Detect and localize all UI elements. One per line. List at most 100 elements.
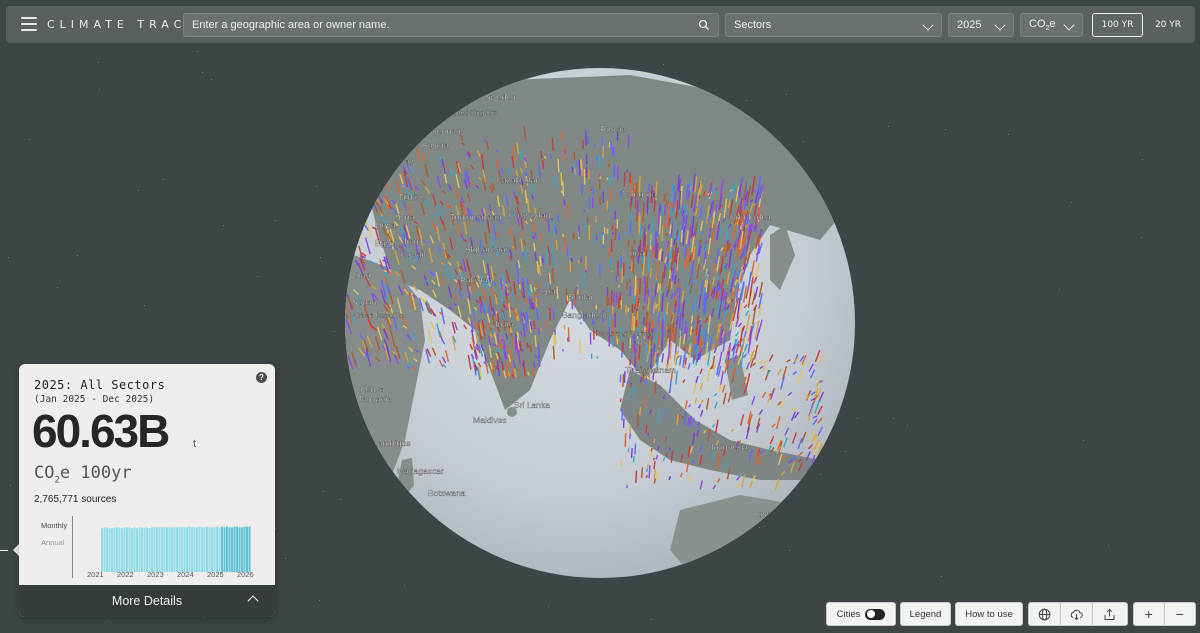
- globe-view-button[interactable]: [1029, 603, 1061, 625]
- toggle-switch[interactable]: [865, 608, 886, 620]
- emission-spike: [634, 275, 637, 296]
- year-select-value: 2025: [957, 19, 982, 31]
- emission-spike: [381, 154, 388, 173]
- emission-spike: [629, 433, 632, 439]
- gwp-100yr-button[interactable]: 100 YR: [1092, 13, 1143, 37]
- chart-bar: [116, 527, 118, 572]
- chevron-down-icon: [1063, 19, 1075, 31]
- summary-card: ? 2025: All Sectors (Jan 2025 - Dec 2025…: [19, 364, 275, 617]
- emission-spike: [633, 240, 636, 245]
- emission-spike: [626, 169, 629, 173]
- globe-map[interactable]: Sweden United Kingdom Russia Germany Austria…: [300, 40, 900, 633]
- emission-spike: [561, 348, 564, 352]
- emission-spike: [349, 185, 356, 193]
- total-emissions: 60.63B: [32, 405, 170, 457]
- chart-bar: [216, 526, 218, 572]
- gas-select[interactable]: CO2e: [1020, 13, 1083, 37]
- emission-spike: [363, 152, 370, 167]
- chart-bar: [206, 526, 208, 572]
- chart-bar: [171, 527, 173, 572]
- emission-spike: [380, 166, 386, 172]
- gwp-20yr-button[interactable]: 20 YR: [1145, 13, 1191, 37]
- chart-bar: [163, 527, 166, 572]
- search-icon[interactable]: [698, 19, 710, 31]
- emission-spike: [633, 399, 636, 403]
- emission-spike: [647, 432, 650, 436]
- map-label: Italy: [400, 156, 416, 166]
- sectors-select[interactable]: Sectors: [725, 13, 942, 37]
- share-button[interactable]: [1093, 603, 1125, 625]
- emission-spike: [647, 223, 651, 230]
- emission-spike: [627, 134, 630, 148]
- map-label: Botswana: [428, 488, 466, 498]
- gas-select-value: CO2e: [1029, 17, 1056, 33]
- emission-spike: [345, 186, 350, 202]
- year-select[interactable]: 2025: [948, 13, 1014, 37]
- emission-spike: [571, 166, 574, 173]
- emission-spike: [347, 194, 354, 204]
- map-label: Kuwait: [400, 249, 426, 259]
- emission-spike: [626, 282, 628, 291]
- chart-bar: [158, 527, 161, 572]
- chart-bar: [181, 527, 183, 572]
- legend-button[interactable]: Legend: [900, 602, 951, 626]
- monthly-toggle[interactable]: Monthly: [41, 521, 67, 530]
- emission-spike: [560, 172, 563, 186]
- menu-icon[interactable]: [21, 17, 37, 31]
- zoom-in-button[interactable]: +: [1134, 603, 1165, 625]
- chart-year-label: 2024: [177, 570, 194, 579]
- cloud-download-icon: [1070, 609, 1083, 620]
- search-box[interactable]: [183, 13, 719, 37]
- map-label: Indonesia: [711, 442, 748, 452]
- emission-spike: [650, 447, 653, 452]
- how-to-use-button[interactable]: How to use: [955, 602, 1023, 626]
- emission-spike: [561, 233, 564, 237]
- map-label: Afghanistan: [465, 244, 510, 254]
- emission-spike: [548, 251, 552, 266]
- chart-bar: [141, 527, 143, 572]
- emission-spike: [627, 448, 630, 452]
- emission-spike: [627, 240, 630, 247]
- emission-spike: [563, 324, 566, 330]
- emission-spike: [639, 376, 642, 383]
- card-leader-line: [0, 550, 8, 551]
- more-details-button[interactable]: More Details: [19, 585, 275, 617]
- emission-spike: [345, 232, 353, 250]
- download-button[interactable]: [1061, 603, 1093, 625]
- emission-spike: [647, 251, 651, 272]
- emission-spike: [553, 201, 556, 206]
- emission-spike: [643, 375, 647, 380]
- chart-bar: [118, 527, 121, 572]
- search-input[interactable]: [192, 19, 692, 31]
- emission-spike: [629, 286, 632, 297]
- emission-spike: [628, 279, 631, 283]
- emission-spike: [339, 223, 344, 230]
- help-icon[interactable]: ?: [256, 372, 267, 383]
- total-unit: t: [193, 438, 197, 450]
- cities-toggle[interactable]: Cities: [826, 602, 896, 626]
- chart-bar: [228, 527, 231, 572]
- emission-spike: [652, 457, 656, 461]
- zoom-out-button[interactable]: −: [1165, 603, 1195, 625]
- globe-canvas[interactable]: Sweden United Kingdom Russia Germany Austria…: [300, 40, 900, 633]
- chart-bar: [121, 528, 123, 572]
- emission-spike: [643, 276, 646, 284]
- emission-spike: [368, 191, 375, 210]
- chart-bar: [131, 528, 133, 572]
- annual-toggle[interactable]: Annual: [41, 538, 64, 547]
- chart-year-labels: 2021 2022 2023 2024 2025 2026: [79, 570, 269, 582]
- emission-spike: [635, 357, 639, 363]
- chevron-up-icon: [247, 595, 259, 607]
- emission-spike: [624, 432, 627, 447]
- emission-spike: [374, 165, 381, 176]
- emission-spike: [639, 406, 642, 416]
- monthly-emissions-chart[interactable]: [79, 514, 259, 572]
- emission-spike: [638, 383, 642, 387]
- chart-bar: [151, 527, 153, 572]
- emission-spike: [563, 199, 566, 206]
- map-label: Bangladesh: [562, 310, 607, 320]
- map-label: Chad: [350, 270, 371, 280]
- emission-spike: [345, 238, 350, 253]
- emission-spike: [644, 282, 647, 302]
- zoom-group: + −: [1133, 602, 1196, 626]
